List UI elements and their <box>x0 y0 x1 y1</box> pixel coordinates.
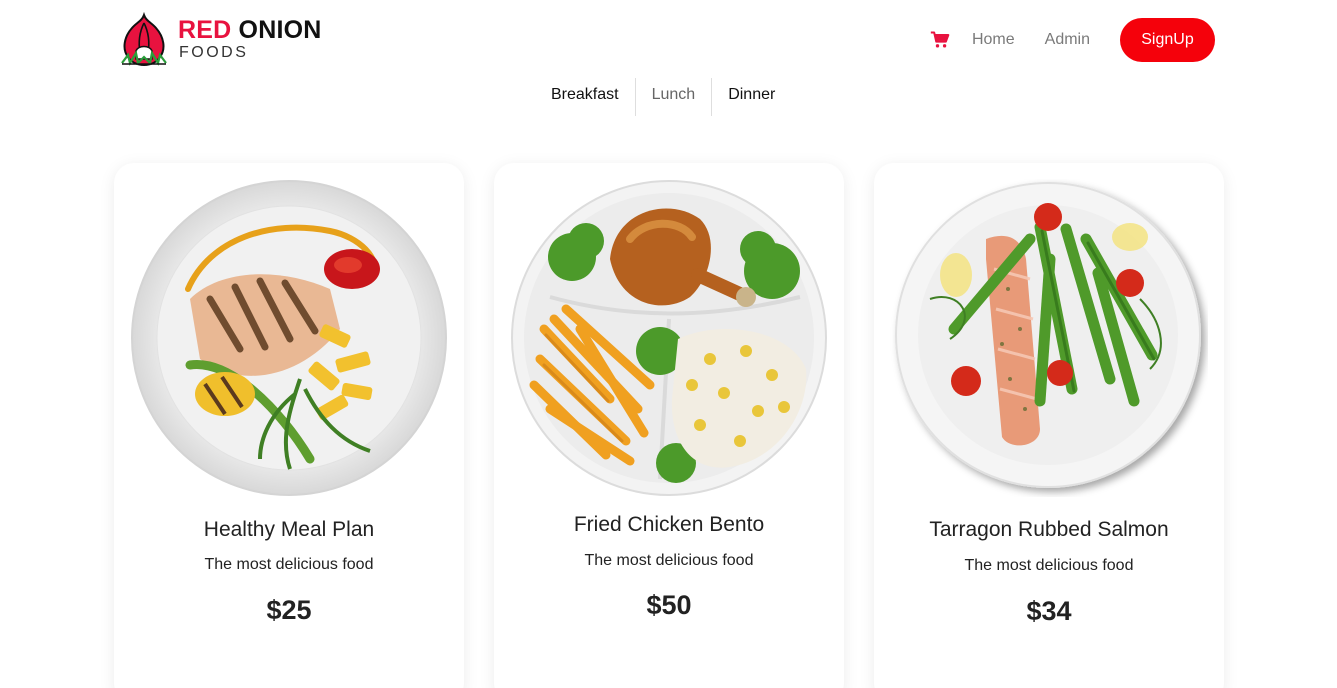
tab-dinner[interactable]: Dinner <box>712 78 791 116</box>
nav-admin-link[interactable]: Admin <box>1045 31 1090 49</box>
brand-subtitle: FOODS <box>179 44 249 61</box>
food-price: $50 <box>646 590 692 620</box>
tab-breakfast[interactable]: Breakfast <box>535 78 635 116</box>
food-image <box>511 180 827 496</box>
food-description: The most delicious food <box>584 552 754 569</box>
cart-icon[interactable] <box>930 30 950 50</box>
onion-logo-icon <box>121 11 167 67</box>
food-price: $25 <box>266 595 312 625</box>
food-description: The most delicious food <box>204 556 374 573</box>
site-header: RED ONION FOODS Home Admin SignUp <box>0 0 1337 80</box>
brand-logo[interactable]: RED ONION FOODS <box>116 11 326 69</box>
meal-tabs: Breakfast Lunch Dinner <box>535 78 791 116</box>
main-nav: Home Admin SignUp <box>930 18 1215 62</box>
brand-name-red: RED <box>178 16 232 44</box>
food-card[interactable]: Healthy Meal Plan The most delicious foo… <box>114 163 464 688</box>
food-image <box>895 182 1201 488</box>
food-title: Tarragon Rubbed Salmon <box>929 518 1169 541</box>
food-image <box>131 180 447 496</box>
food-title: Healthy Meal Plan <box>203 518 375 541</box>
food-card[interactable]: Fried Chicken Bento The most delicious f… <box>494 163 844 688</box>
food-card[interactable]: Tarragon Rubbed Salmon The most deliciou… <box>874 163 1224 688</box>
food-title: Fried Chicken Bento <box>573 513 765 536</box>
signup-button[interactable]: SignUp <box>1120 18 1215 62</box>
food-price: $34 <box>1026 596 1072 626</box>
nav-home-link[interactable]: Home <box>972 31 1015 49</box>
food-description: The most delicious food <box>964 557 1134 574</box>
brand-name-dark: ONION <box>238 16 322 44</box>
tab-lunch[interactable]: Lunch <box>634 78 713 116</box>
